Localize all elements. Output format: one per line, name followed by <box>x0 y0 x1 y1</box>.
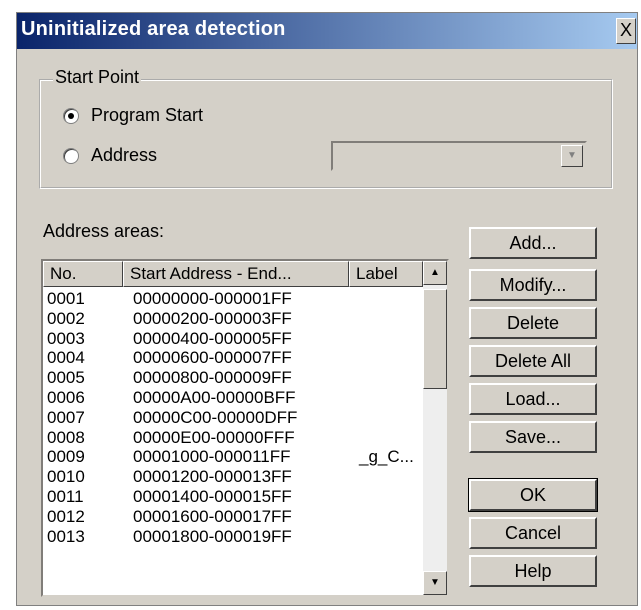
cell-no: 0009 <box>47 447 85 467</box>
delete-button[interactable]: Delete <box>469 307 597 339</box>
cell-range: 00000400-000005FF <box>133 328 292 348</box>
cell-no: 0006 <box>47 387 85 407</box>
table-row[interactable]: 0011 00001400-000015FF <box>47 487 417 507</box>
ok-button[interactable]: OK <box>468 478 598 512</box>
cell-range: 00000C00-00000DFF <box>133 407 298 427</box>
cell-range: 00001600-000017FF <box>133 506 292 526</box>
cell-range: 00001800-000019FF <box>133 526 292 546</box>
table-row[interactable]: 0008 00000E00-00000FFF <box>47 428 417 448</box>
table-row[interactable]: 0005 00000800-000009FF <box>47 368 417 388</box>
cell-label: _g_C... <box>359 447 414 467</box>
cell-no: 0007 <box>47 407 85 427</box>
add-button[interactable]: Add... <box>469 227 597 259</box>
cell-range: 00001000-000011FF <box>133 447 291 467</box>
cell-range: 00000200-000003FF <box>133 308 292 328</box>
cell-range: 00000E00-00000FFF <box>133 427 295 447</box>
start-point-group <box>39 79 613 189</box>
help-button[interactable]: Help <box>469 555 597 587</box>
cancel-button[interactable]: Cancel <box>469 517 597 549</box>
scroll-down-arrow-icon[interactable]: ▼ <box>423 571 447 595</box>
list-rows: 0001 00000000-000001FF 0002 00000200-000003… <box>47 289 417 546</box>
radio-selected-icon[interactable] <box>63 107 79 124</box>
cell-no: 0003 <box>47 328 85 348</box>
cell-no: 0005 <box>47 368 85 388</box>
vertical-scrollbar[interactable]: ▲ ▼ <box>423 261 447 595</box>
start-point-label: Start Point <box>53 67 142 88</box>
load-button[interactable]: Load... <box>469 383 597 415</box>
table-row[interactable]: 0006 00000A00-00000BFF <box>47 388 417 408</box>
cell-no: 0010 <box>47 467 85 487</box>
window-title: Uninitialized area detection <box>21 18 286 40</box>
cell-range: 00001200-000013FF <box>133 467 292 487</box>
delete-all-button[interactable]: Delete All <box>469 345 597 377</box>
address-areas-label: Address areas: <box>43 221 165 241</box>
title-bar: Uninitialized area detection X <box>17 13 637 49</box>
cell-range: 00000600-000007FF <box>133 348 292 368</box>
table-row[interactable]: 0003 00000400-000005FF <box>47 329 417 349</box>
radio-program-start[interactable]: Program Start <box>63 105 203 126</box>
scroll-up-arrow-icon[interactable]: ▲ <box>423 261 447 285</box>
table-row[interactable]: 0001 00000000-000001FF <box>47 289 417 309</box>
cell-no: 0002 <box>47 308 85 328</box>
cell-range: 00000A00-00000BFF <box>133 387 296 407</box>
save-button[interactable]: Save... <box>469 421 597 453</box>
table-row[interactable]: 0010 00001200-000013FF <box>47 467 417 487</box>
cell-no: 0004 <box>47 348 85 368</box>
table-row[interactable]: 0004 00000600-000007FF <box>47 348 417 368</box>
table-row[interactable]: 0009 00001000-000011FF _g_C... <box>47 447 417 467</box>
cell-range: 00000000-000001FF <box>133 289 292 308</box>
scroll-thumb[interactable] <box>423 289 447 389</box>
cell-no: 0013 <box>47 526 85 546</box>
table-row[interactable]: 0013 00001800-000019FF <box>47 527 417 547</box>
combo-dropdown-arrow-icon[interactable]: ▼ <box>561 145 583 167</box>
address-combobox[interactable]: ▼ <box>331 141 587 171</box>
address-areas-list[interactable]: No. Start Address - End... Label 0001 000… <box>41 259 449 597</box>
cell-no: 0001 <box>47 289 85 308</box>
cell-no: 0011 <box>47 486 84 506</box>
cell-range: 00000800-000009FF <box>133 368 292 388</box>
close-button[interactable]: X <box>616 18 636 44</box>
cell-no: 0012 <box>47 506 85 526</box>
table-row[interactable]: 0012 00001600-000017FF <box>47 507 417 527</box>
radio-address[interactable]: Address <box>63 145 157 166</box>
column-header-no[interactable]: No. <box>43 261 123 287</box>
program-start-label: Program Start <box>91 105 204 125</box>
dialog-window: Uninitialized area detection X Start Poi… <box>16 12 638 606</box>
column-header-range[interactable]: Start Address - End... <box>123 261 349 287</box>
radio-unselected-icon[interactable] <box>63 147 79 164</box>
cell-range: 00001400-000015FF <box>133 486 292 506</box>
modify-button[interactable]: Modify... <box>469 269 597 301</box>
table-row[interactable]: 0007 00000C00-00000DFF <box>47 408 417 428</box>
column-header-label[interactable]: Label <box>349 261 423 287</box>
address-option-label: Address <box>91 145 158 165</box>
cell-no: 0008 <box>47 427 85 447</box>
table-row[interactable]: 0002 00000200-000003FF <box>47 309 417 329</box>
